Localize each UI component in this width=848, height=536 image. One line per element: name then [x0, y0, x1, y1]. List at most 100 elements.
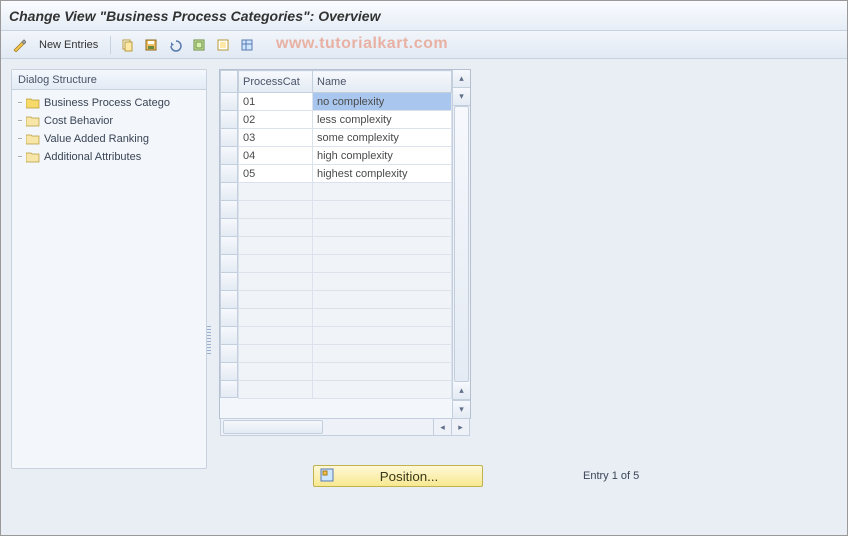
cell-empty[interactable]	[313, 381, 452, 399]
splitter-handle[interactable]	[207, 326, 211, 354]
scroll-last-icon[interactable]: ▾	[453, 400, 470, 418]
dialog-structure-header: Dialog Structure	[12, 70, 206, 90]
tree-item[interactable]: Cost Behavior	[14, 112, 204, 130]
cell-name[interactable]: no complexity	[313, 93, 452, 111]
toggle-detail-button[interactable]	[9, 35, 29, 55]
position-icon	[320, 468, 334, 485]
new-entries-button[interactable]: New Entries	[33, 35, 104, 55]
cell-processcat[interactable]: 02	[239, 111, 313, 129]
cell-empty[interactable]	[239, 183, 313, 201]
cell-processcat[interactable]: 05	[239, 165, 313, 183]
cell-empty[interactable]	[313, 273, 452, 291]
tree-item[interactable]: Business Process Catego	[14, 94, 204, 112]
app-window: Change View "Business Process Categories…	[0, 0, 848, 536]
cell-processcat[interactable]: 01	[239, 93, 313, 111]
save-button[interactable]	[141, 35, 161, 55]
deselect-icon	[216, 38, 230, 52]
cell-empty[interactable]	[239, 345, 313, 363]
delimit-button[interactable]	[237, 35, 257, 55]
table-footer: Position... Entry 1 of 5	[213, 461, 837, 491]
dialog-structure-tree: Business Process Catego Cost Behavior Valu…	[12, 90, 206, 170]
row-handle[interactable]	[220, 146, 238, 164]
position-button[interactable]: Position...	[313, 465, 483, 487]
cell-processcat[interactable]: 03	[239, 129, 313, 147]
cell-name[interactable]: highest complexity	[313, 165, 452, 183]
cell-empty[interactable]	[239, 291, 313, 309]
table-corner-handle[interactable]	[220, 70, 238, 92]
column-header-processcat[interactable]: ProcessCat	[239, 71, 313, 93]
folder-icon	[26, 133, 40, 145]
row-handle[interactable]	[220, 236, 238, 254]
save-icon	[144, 38, 158, 52]
tree-item-label: Additional Attributes	[44, 151, 141, 163]
dialog-structure-panel: Dialog Structure Business Process Catego…	[11, 69, 207, 469]
row-handle[interactable]	[220, 308, 238, 326]
horizontal-scrollbar[interactable]: ◂ ▸	[220, 418, 470, 436]
cell-empty[interactable]	[239, 255, 313, 273]
cell-empty[interactable]	[239, 201, 313, 219]
row-handle[interactable]	[220, 128, 238, 146]
cell-empty[interactable]	[313, 345, 452, 363]
row-handle[interactable]	[220, 200, 238, 218]
tree-item-label: Cost Behavior	[44, 115, 113, 127]
row-handle[interactable]	[220, 218, 238, 236]
hscroll-thumb[interactable]	[223, 420, 323, 434]
row-handle[interactable]	[220, 344, 238, 362]
column-header-name[interactable]: Name	[313, 71, 452, 93]
cell-empty[interactable]	[239, 363, 313, 381]
cell-empty[interactable]	[239, 309, 313, 327]
cell-empty[interactable]	[313, 201, 452, 219]
tree-item-label: Value Added Ranking	[44, 133, 149, 145]
cell-empty[interactable]	[239, 327, 313, 345]
tree-item[interactable]: Additional Attributes	[14, 148, 204, 166]
pencil-toggle-icon	[12, 38, 26, 52]
folder-icon	[26, 151, 40, 163]
undo-icon	[168, 38, 182, 52]
cell-empty[interactable]	[239, 273, 313, 291]
row-handle[interactable]	[220, 290, 238, 308]
row-handle[interactable]	[220, 380, 238, 398]
cell-name[interactable]: less complexity	[313, 111, 452, 129]
row-handle[interactable]	[220, 272, 238, 290]
row-handle[interactable]	[220, 110, 238, 128]
cell-empty[interactable]	[313, 255, 452, 273]
copy-icon	[120, 38, 134, 52]
row-handle[interactable]	[220, 362, 238, 380]
deselect-all-button[interactable]	[213, 35, 233, 55]
tree-item[interactable]: Value Added Ranking	[14, 130, 204, 148]
select-all-icon	[192, 38, 206, 52]
vertical-scrollbar[interactable]: ▴ ▾ ▴ ▾	[452, 70, 470, 418]
folder-open-icon	[26, 97, 40, 109]
cell-empty[interactable]	[239, 381, 313, 399]
scroll-first-icon[interactable]: ▴	[453, 70, 470, 88]
cell-empty[interactable]	[313, 237, 452, 255]
cell-empty[interactable]	[313, 363, 452, 381]
cell-empty[interactable]	[313, 309, 452, 327]
process-category-table: ProcessCat Name 01no complexity02less co…	[219, 69, 471, 419]
row-handle[interactable]	[220, 182, 238, 200]
cell-empty[interactable]	[239, 219, 313, 237]
copy-button[interactable]	[117, 35, 137, 55]
cell-name[interactable]: some complexity	[313, 129, 452, 147]
vscroll-thumb[interactable]	[454, 106, 469, 382]
cell-processcat[interactable]: 04	[239, 147, 313, 165]
cell-empty[interactable]	[313, 183, 452, 201]
row-handle[interactable]	[220, 254, 238, 272]
scroll-left-icon[interactable]: ◂	[433, 419, 451, 435]
select-all-button[interactable]	[189, 35, 209, 55]
content-area: ProcessCat Name 01no complexity02less co…	[213, 69, 837, 525]
cell-empty[interactable]	[313, 291, 452, 309]
cell-empty[interactable]	[313, 219, 452, 237]
row-handle[interactable]	[220, 326, 238, 344]
scroll-down-icon[interactable]: ▴	[453, 382, 470, 400]
row-handle[interactable]	[220, 164, 238, 182]
tree-item-label: Business Process Catego	[44, 97, 170, 109]
cell-empty[interactable]	[239, 237, 313, 255]
scroll-right-icon[interactable]: ▸	[451, 419, 469, 435]
undo-button[interactable]	[165, 35, 185, 55]
cell-empty[interactable]	[313, 327, 452, 345]
page-title: Change View "Business Process Categories…	[1, 1, 847, 31]
row-handle[interactable]	[220, 92, 238, 110]
scroll-up-icon[interactable]: ▾	[453, 88, 470, 106]
cell-name[interactable]: high complexity	[313, 147, 452, 165]
